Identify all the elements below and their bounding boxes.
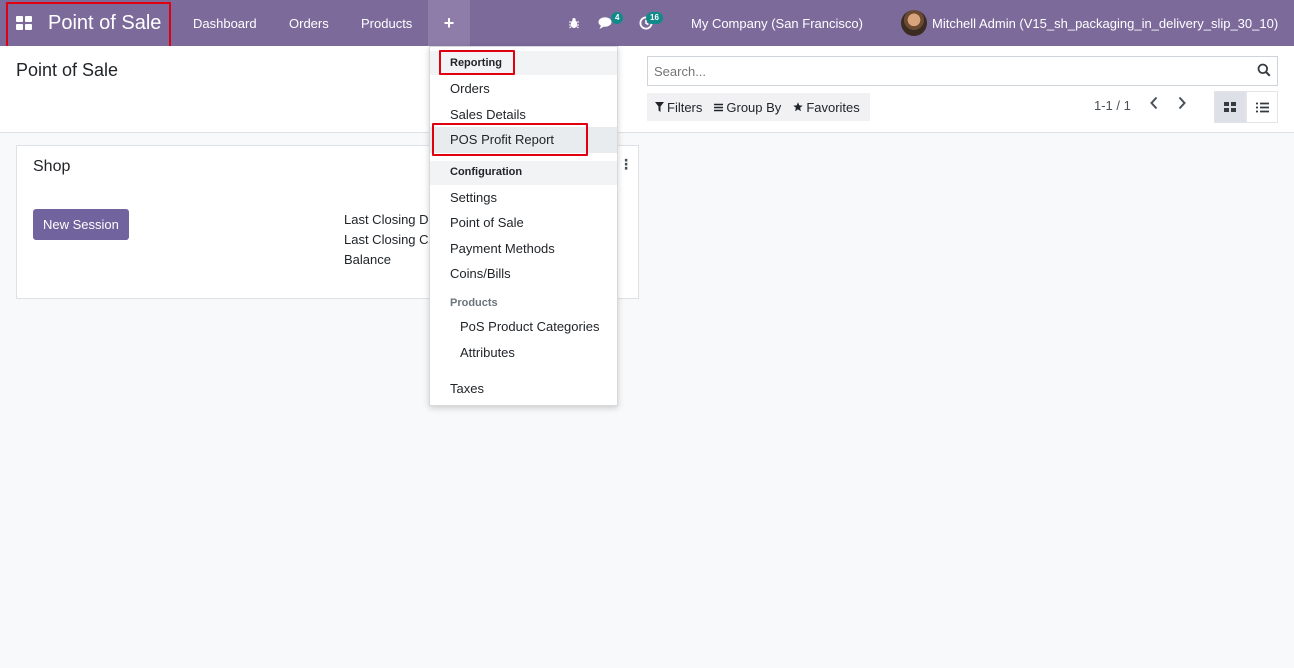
- menu-item-point-of-sale[interactable]: Point of Sale: [450, 215, 524, 230]
- bug-icon[interactable]: [566, 0, 582, 46]
- pager-previous-icon[interactable]: [1149, 96, 1159, 113]
- search-input[interactable]: [648, 57, 1248, 85]
- favorites-button[interactable]: Favorites: [793, 99, 860, 115]
- filters-button[interactable]: Filters: [655, 100, 702, 115]
- kanban-icon: [1224, 101, 1236, 113]
- list-view-button[interactable]: [1246, 91, 1278, 123]
- user-avatar[interactable]: [901, 10, 927, 36]
- bars-icon: [714, 103, 724, 111]
- balance-label: Balance: [344, 252, 391, 267]
- chat-icon[interactable]: [597, 0, 615, 46]
- menu-dashboard[interactable]: Dashboard: [193, 0, 257, 46]
- filter-icon: [655, 102, 664, 112]
- list-icon: [1255, 102, 1269, 112]
- search-icon[interactable]: [1257, 63, 1271, 80]
- highlight-box-reporting: [439, 50, 515, 75]
- view-switcher: [1214, 91, 1278, 123]
- user-menu[interactable]: Mitchell Admin (V15_sh_packaging_in_deli…: [932, 0, 1278, 46]
- new-session-button[interactable]: New Session: [33, 209, 129, 240]
- last-closing-cash-label: Last Closing C: [344, 232, 429, 247]
- pager-value[interactable]: 1-1 / 1: [1094, 98, 1131, 113]
- group-by-label: Group By: [726, 99, 782, 115]
- highlight-box-pos-profit-report: [432, 123, 588, 156]
- company-switcher[interactable]: My Company (San Francisco): [691, 0, 863, 46]
- more-menu-dropdown: Reporting Orders Sales Details POS Profi…: [429, 46, 618, 406]
- menu-item-sales-details[interactable]: Sales Details: [450, 107, 526, 122]
- star-icon: [793, 102, 804, 112]
- filters-label: Filters: [667, 99, 703, 115]
- highlight-box-brand: [6, 2, 171, 50]
- search-box: [647, 56, 1278, 86]
- menu-more-plus[interactable]: +: [428, 0, 470, 46]
- last-closing-date-label: Last Closing D: [344, 212, 429, 227]
- pos-config-name: Shop: [33, 158, 71, 175]
- menu-orders[interactable]: Orders: [289, 0, 329, 46]
- configuration-header: Configuration: [450, 166, 523, 178]
- top-navbar: Point of Sale Dashboard Orders Products …: [0, 0, 1294, 46]
- messages-badge: 4: [611, 12, 624, 24]
- menu-item-coins-bills[interactable]: Coins/Bills: [450, 266, 511, 281]
- kanban-view-button[interactable]: [1214, 91, 1246, 123]
- menu-item-taxes[interactable]: Taxes: [450, 381, 484, 396]
- menu-item-payment-methods[interactable]: Payment Methods: [450, 241, 555, 256]
- menu-item-orders[interactable]: Orders: [450, 81, 490, 96]
- menu-products[interactable]: Products: [361, 0, 412, 46]
- pager-next-icon[interactable]: [1177, 96, 1187, 113]
- menu-item-attributes[interactable]: Attributes: [460, 345, 515, 360]
- search-options-bar: Filters Group By Favorites: [647, 93, 870, 121]
- menu-item-settings[interactable]: Settings: [450, 190, 497, 205]
- card-options-icon[interactable]: ⋮: [619, 156, 633, 173]
- page-title: Point of Sale: [16, 60, 119, 80]
- favorites-label: Favorites: [806, 99, 860, 115]
- control-panel: Point of Sale Filters Group By Favorites…: [0, 46, 1294, 133]
- products-subheader: Products: [450, 297, 498, 309]
- group-by-button[interactable]: Group By: [714, 100, 781, 115]
- menu-item-pos-product-categories[interactable]: PoS Product Categories: [460, 319, 599, 334]
- activities-badge: 16: [646, 12, 663, 24]
